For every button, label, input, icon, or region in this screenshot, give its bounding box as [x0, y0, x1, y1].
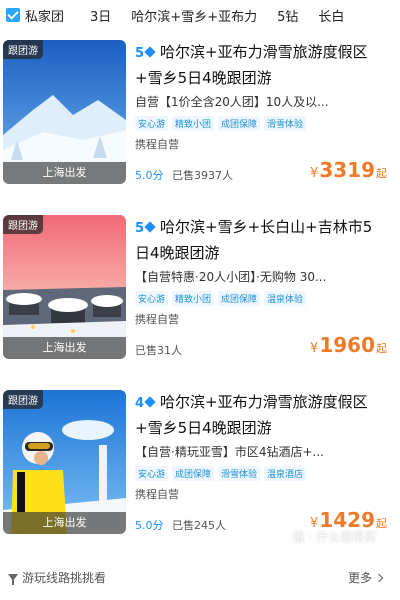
filter-funnel-icon [8, 574, 18, 585]
filter-diamond-level[interactable]: 5钻 [277, 6, 298, 25]
feature-tag: 成团保障 [218, 291, 261, 306]
feature-tag: 精致小团 [172, 116, 215, 131]
product-info: 5 哈尔滨+亚布力滑雪旅游度假区+雪乡5日4晚跟团游 自营【1价全含20人团】10… [135, 40, 387, 182]
feature-tags: 安心游 精致小团 成团保障 温泉体验 [135, 291, 387, 306]
filter-label: 私家团 [25, 9, 65, 25]
route-picker-link[interactable]: 游玩线路挑挑看 [8, 569, 106, 586]
more-link[interactable]: 更多 [347, 569, 384, 586]
more-label: 更多 [347, 571, 372, 585]
product-card[interactable]: 跟团游 上海出发 5 哈尔滨+雪乡+长白山+吉林市5日4晚跟团游 【自营特惠·20… [0, 215, 400, 385]
feature-tag: 精致小团 [172, 291, 215, 306]
feature-tags: 安心游 成团保障 滑雪体验 温泉酒店 [135, 466, 387, 481]
feature-tag: 成团保障 [172, 466, 215, 481]
diamond-icon [144, 221, 156, 233]
sold-count: 已售245人 [172, 519, 226, 532]
product-image: 跟团游 上海出发 [3, 40, 126, 184]
chevron-right-icon [374, 573, 384, 582]
price: ¥3319起 [310, 158, 387, 182]
watermark: 值 · 什么值得买 [292, 530, 376, 544]
diamond-rating: 4 [135, 392, 156, 416]
product-title[interactable]: 5 哈尔滨+亚布力滑雪旅游度假区+雪乡5日4晚跟团游 [135, 40, 387, 88]
product-subtitle: 【自营特惠·20人小团】·无购物 30... [135, 270, 327, 284]
departure-label: 上海出发 [3, 512, 126, 534]
feature-tag: 滑雪体验 [218, 466, 261, 481]
rating-score: 5.0分 [135, 519, 164, 532]
filter-duration[interactable]: 3日 [90, 6, 111, 25]
departure-label: 上海出发 [3, 162, 126, 184]
feature-tag: 温泉酒店 [264, 466, 307, 481]
vendor-label: 携程自营 [135, 313, 179, 326]
sold-count: 已售3937人 [172, 169, 233, 182]
product-subtitle: 【自营·精玩亚雪】市区4钻酒店+... [135, 445, 324, 459]
filter-bar: 私家团 3日 哈尔滨+雪乡+亚布力 5钻 长白 [0, 0, 400, 30]
filter-destination[interactable]: 哈尔滨+雪乡+亚布力 [131, 6, 257, 25]
feature-tag: 安心游 [135, 116, 169, 131]
tour-type-badge: 跟团游 [3, 40, 43, 59]
departure-label: 上海出发 [3, 337, 126, 359]
product-image: 跟团游 上海出发 [3, 390, 126, 534]
product-info: 5 哈尔滨+雪乡+长白山+吉林市5日4晚跟团游 【自营特惠·20人小团】·无购物 … [135, 215, 387, 357]
stats-row: 5.0分 已售3937人 ¥3319起 [135, 158, 387, 184]
footer-bar: 游玩线路挑挑看 更多 [0, 564, 400, 590]
sold-count: 已售31人 [135, 344, 182, 357]
diamond-rating: 5 [135, 217, 156, 241]
price: ¥1960起 [310, 333, 387, 357]
diamond-icon [144, 396, 156, 408]
product-info: 4 哈尔滨+亚布力滑雪旅游度假区+雪乡5日4晚跟团游 【自营·精玩亚雪】市区4钻酒… [135, 390, 387, 532]
diamond-icon [144, 46, 156, 58]
feature-tag: 温泉体验 [264, 291, 307, 306]
product-title[interactable]: 4 哈尔滨+亚布力滑雪旅游度假区+雪乡5日4晚跟团游 [135, 390, 387, 438]
stats-row: 已售31人 ¥1960起 [135, 333, 387, 359]
route-picker-label: 游玩线路挑挑看 [22, 571, 107, 585]
feature-tags: 安心游 精致小团 成团保障 滑雪体验 [135, 116, 387, 131]
feature-tag: 安心游 [135, 291, 169, 306]
filter-changbai[interactable]: 长白 [318, 6, 344, 25]
tour-type-badge: 跟团游 [3, 215, 43, 234]
product-card[interactable]: 跟团游 上海出发 5 哈尔滨+亚布力滑雪旅游度假区+雪乡5日4晚跟团游 自营【1价… [0, 40, 400, 210]
filter-private-tour[interactable]: 私家团 [4, 4, 70, 26]
rating-score: 5.0分 [135, 169, 164, 182]
checkbox-checked-icon [6, 8, 20, 22]
diamond-rating: 5 [135, 42, 156, 66]
vendor-label: 携程自营 [135, 488, 179, 501]
product-title[interactable]: 5 哈尔滨+雪乡+长白山+吉林市5日4晚跟团游 [135, 215, 387, 263]
feature-tag: 成团保障 [218, 116, 261, 131]
product-image: 跟团游 上海出发 [3, 215, 126, 359]
tour-type-badge: 跟团游 [3, 390, 43, 409]
feature-tag: 滑雪体验 [264, 116, 307, 131]
product-subtitle: 自营【1价全含20人团】10人及以... [135, 95, 329, 109]
feature-tag: 安心游 [135, 466, 169, 481]
vendor-label: 携程自营 [135, 138, 179, 151]
